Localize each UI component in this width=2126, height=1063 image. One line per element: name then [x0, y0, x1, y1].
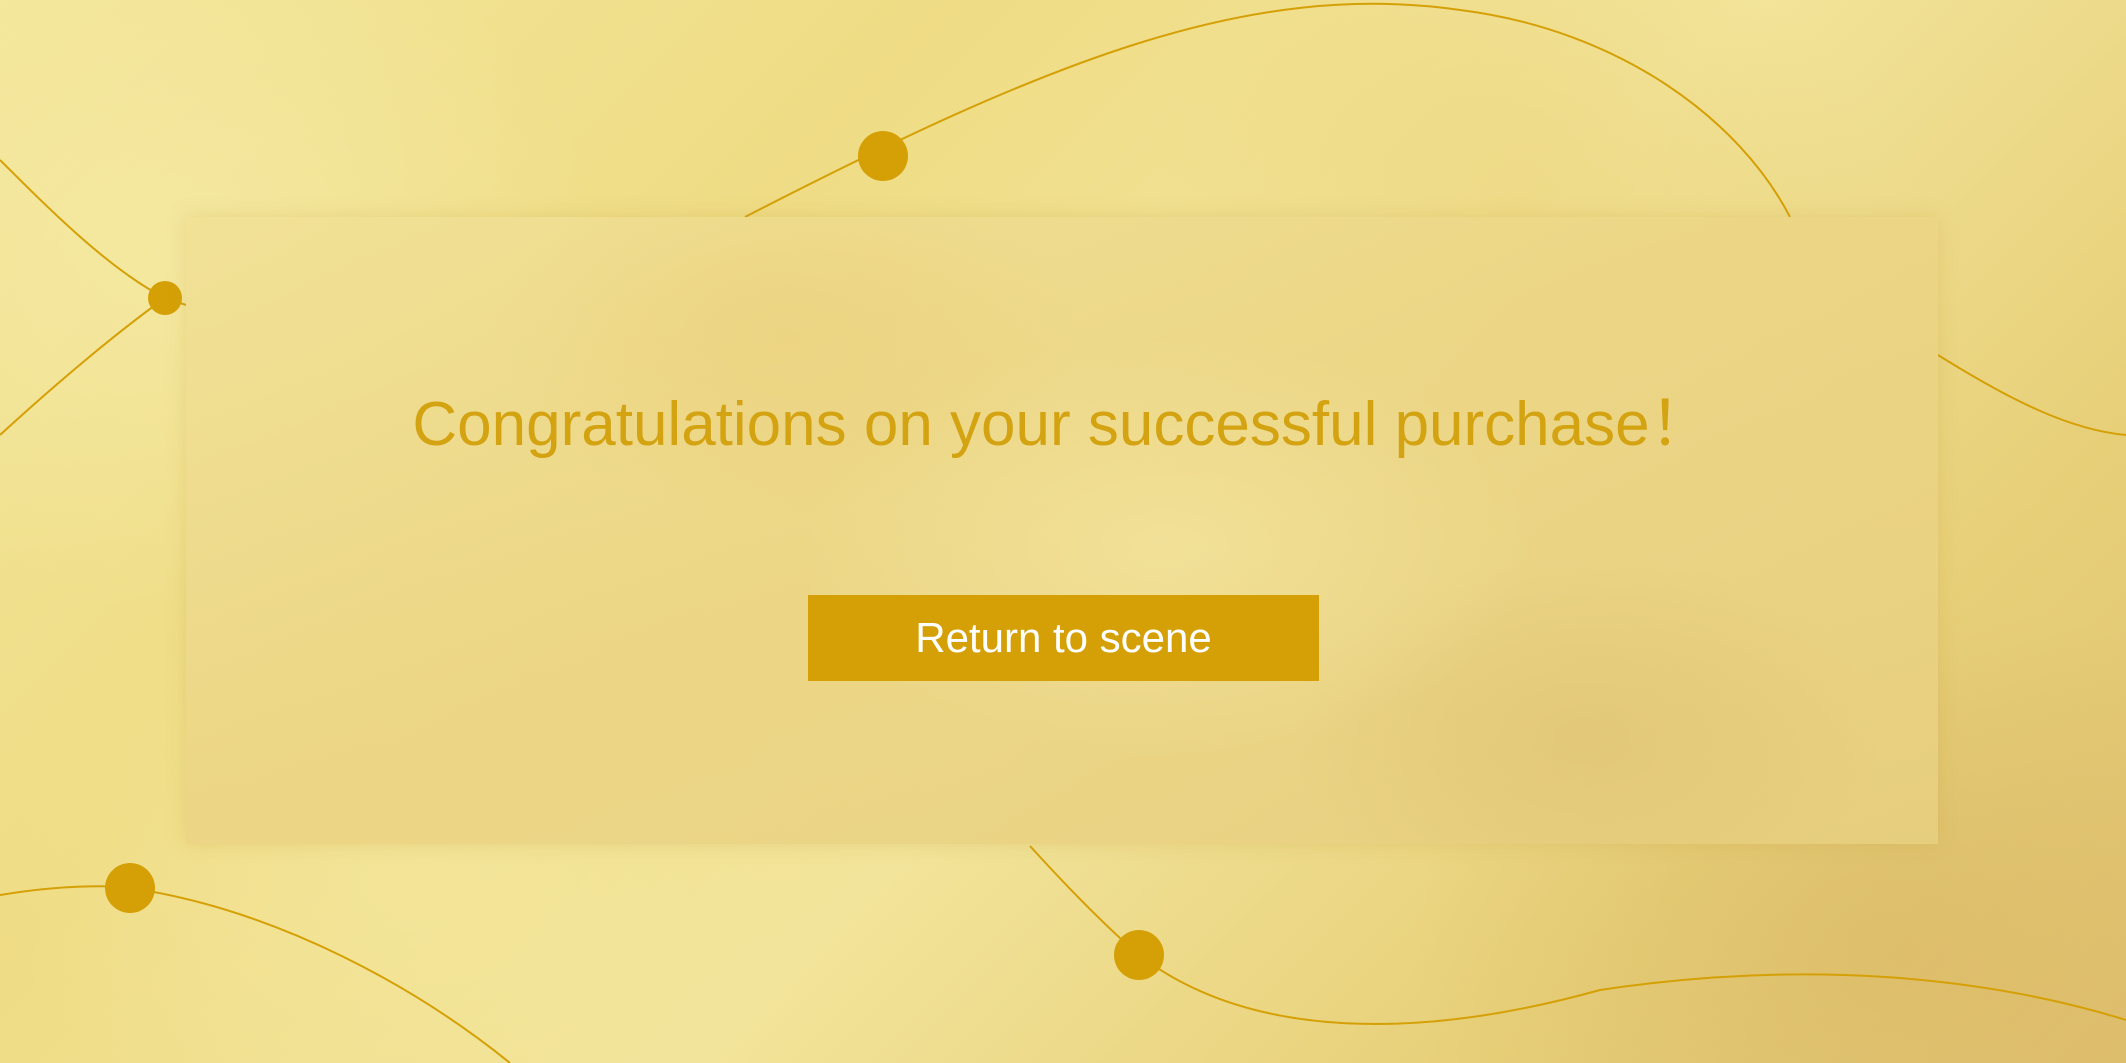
purchase-success-dialog: Congratulations on your successful purch… [186, 217, 1938, 844]
decor-curve [1937, 354, 2126, 436]
success-message: Congratulations on your successful purch… [412, 390, 1712, 459]
decor-dot [105, 863, 155, 913]
return-to-scene-button[interactable]: Return to scene [808, 595, 1319, 681]
decor-curve [0, 885, 511, 1063]
decor-dot [1114, 930, 1164, 980]
decor-curve [0, 297, 166, 436]
decor-curve [744, 2, 1791, 218]
decor-curve [1029, 845, 2126, 1025]
decor-dot [858, 131, 908, 181]
decor-dot [148, 281, 182, 315]
